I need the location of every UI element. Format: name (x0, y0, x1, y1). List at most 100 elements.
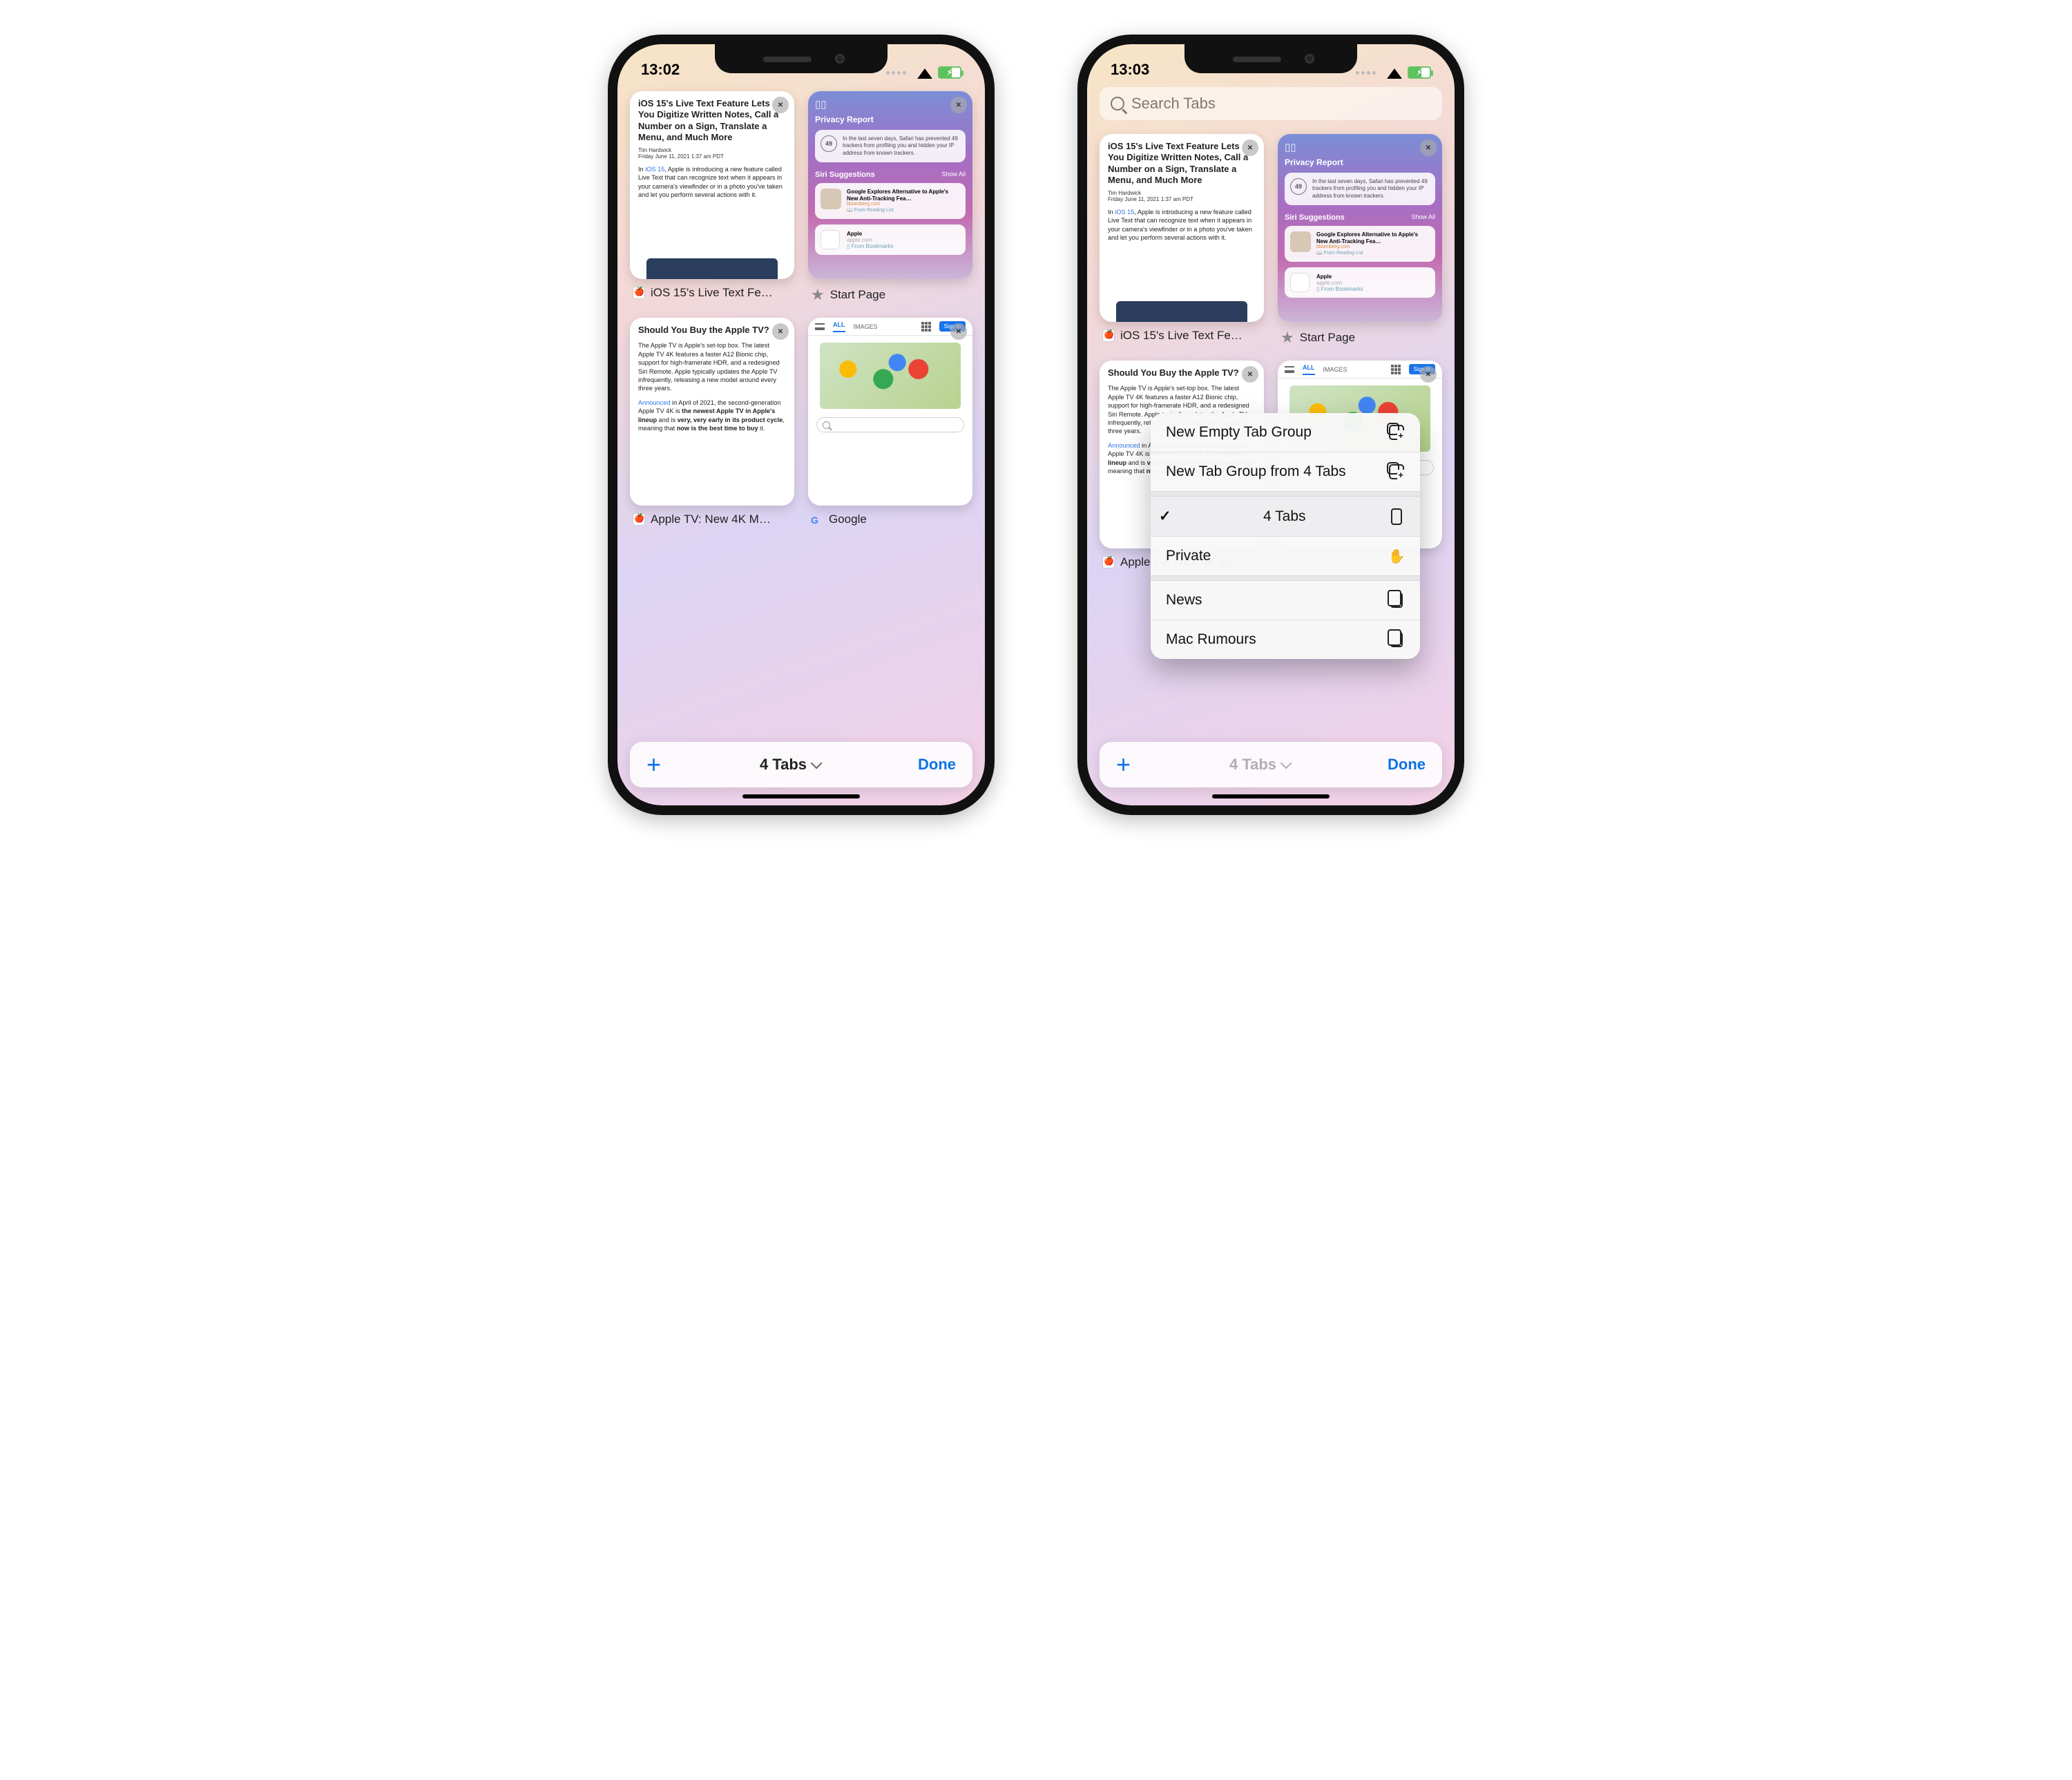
power-button (993, 217, 995, 293)
siri-suggestion-card: Google Explores Alternative to Apple's N… (1285, 226, 1435, 262)
suggestion-thumbnail (1290, 231, 1311, 252)
article-date: Friday June 11, 2021 1:37 am PDT (638, 153, 786, 160)
privacy-report-heading: Privacy Report (815, 115, 966, 124)
apps-grid-icon (921, 322, 931, 332)
close-icon[interactable]: ✕ (772, 97, 789, 113)
tabs-grid: ✕ iOS 15's Live Text Feature Lets You Di… (617, 82, 985, 536)
close-icon[interactable]: ✕ (1420, 366, 1437, 383)
show-all-link: Show All (1411, 213, 1435, 222)
cellular-indicator (886, 71, 906, 75)
tab-groups-selector[interactable]: 4 Tabs (760, 756, 819, 774)
article-body: In iOS 15, Apple is introducing a new fe… (638, 165, 786, 200)
siri-suggestions-heading: Siri Suggestions (1285, 213, 1345, 222)
tab-group-icon (1390, 593, 1403, 608)
favicon-macrumors (1102, 556, 1115, 568)
mute-switch (608, 162, 609, 189)
close-icon[interactable]: ✕ (772, 323, 789, 340)
tab-title: Start Page (830, 288, 885, 302)
tab-title: Start Page (1300, 331, 1355, 345)
clock: 13:02 (641, 61, 680, 79)
volume-up-button (1077, 210, 1079, 258)
tab-card-article1[interactable]: ✕ iOS 15's Live Text Feature Lets You Di… (630, 91, 794, 279)
google-tab-all: ALL (1303, 364, 1315, 375)
menu-new-empty-tab-group[interactable]: New Empty Tab Group (1151, 413, 1420, 452)
privacy-report-heading: Privacy Report (1285, 157, 1435, 167)
siri-suggestion-card: Google Explores Alternative to Apple's N… (815, 183, 966, 219)
home-indicator[interactable] (742, 794, 860, 798)
volume-down-button (1077, 272, 1079, 320)
battery-icon: ⚡︎ (938, 66, 961, 79)
tab-title: Google (829, 513, 867, 526)
bottom-toolbar: + 4 Tabs Done (630, 742, 972, 787)
close-icon[interactable]: ✕ (1242, 140, 1258, 156)
chevron-down-icon (811, 757, 823, 769)
volume-up-button (608, 210, 609, 258)
tab-title-row: Google (808, 513, 972, 526)
search-tabs-field[interactable]: Search Tabs (1100, 87, 1442, 120)
done-button[interactable]: Done (1388, 756, 1426, 774)
article-image-preview (1116, 301, 1247, 322)
tab-card-startpage[interactable]: ✕ ▯▯ Privacy Report 49 In the last seven… (808, 91, 972, 279)
new-tab-button[interactable]: + (646, 752, 661, 777)
close-icon[interactable]: ✕ (950, 323, 967, 340)
star-icon: ★ (811, 286, 825, 304)
article-image-preview (646, 258, 778, 279)
star-icon: ★ (1280, 329, 1294, 347)
book-icon: ▯▯ (815, 98, 966, 111)
tab-card-article2[interactable]: ✕ Should You Buy the Apple TV? The Apple… (630, 318, 794, 506)
favicon-google (811, 513, 823, 526)
tab-groups-menu: New Empty Tab Group New Tab Group from 4… (1151, 413, 1420, 659)
mute-switch (1077, 162, 1079, 189)
tab-card-startpage[interactable]: ✕ ▯▯ Privacy Report 49 In the last seven… (1278, 134, 1442, 322)
close-icon[interactable]: ✕ (1242, 366, 1258, 383)
suggestion-tag: 📖 From Reading List (1316, 251, 1430, 256)
apps-grid-icon (1391, 365, 1401, 374)
tab-card-google[interactable]: ✕ ALL IMAGES Sign in (808, 318, 972, 506)
tab-groups-selector[interactable]: 4 Tabs (1229, 756, 1289, 774)
apple-logo-icon (1290, 273, 1310, 292)
close-icon[interactable]: ✕ (950, 97, 967, 113)
phone-left: 13:02 ⚡︎ ✕ iOS 15's Live Text Feature Le… (608, 35, 995, 815)
article-headline: iOS 15's Live Text Feature Lets You Digi… (638, 98, 786, 143)
menu-group-macrumours[interactable]: Mac Rumours (1151, 620, 1420, 659)
article-body: In iOS 15, Apple is introducing a new fe… (1108, 208, 1256, 242)
power-button (1463, 217, 1464, 293)
phone-icon (1391, 508, 1402, 525)
chevron-down-icon (1280, 757, 1292, 769)
tab-title-row: ★ Start Page (808, 286, 972, 304)
menu-current-tabs[interactable]: 4 Tabs (1151, 497, 1420, 536)
tab-title-row: iOS 15's Live Text Fea… (630, 286, 794, 300)
google-doodle (820, 343, 961, 409)
tab-title: iOS 15's Live Text Fea… (651, 286, 775, 300)
article-headline: Should You Buy the Apple TV? (638, 325, 786, 336)
bookmark-domain: apple.com (1316, 280, 1363, 286)
menu-group-news[interactable]: News (1151, 581, 1420, 620)
bookmark-card: Apple apple.com ▯ From Bookmarks (1285, 267, 1435, 298)
suggestion-thumbnail (821, 189, 841, 209)
wifi-icon (917, 66, 932, 79)
new-tab-button[interactable]: + (1116, 752, 1131, 777)
done-button[interactable]: Done (918, 756, 956, 774)
privacy-report-panel: 49 In the last seven days, Safari has pr… (1285, 173, 1435, 205)
close-icon[interactable]: ✕ (1420, 140, 1437, 156)
new-tab-group-icon (1389, 425, 1404, 440)
menu-icon (815, 323, 825, 330)
google-topbar: ALL IMAGES Sign in (808, 318, 972, 336)
tab-title: iOS 15's Live Text Fea… (1120, 329, 1245, 343)
menu-new-tab-group-from-tabs[interactable]: New Tab Group from 4 Tabs (1151, 452, 1420, 491)
cellular-indicator (1356, 71, 1376, 75)
menu-private[interactable]: Private ✋ (1151, 537, 1420, 575)
shield-icon: 49 (821, 135, 837, 152)
volume-down-button (608, 272, 609, 320)
google-topbar: ALL IMAGES Sign in (1278, 361, 1442, 379)
search-placeholder: Search Tabs (1131, 95, 1216, 113)
apple-logo-icon (821, 230, 840, 249)
tab-card-article1[interactable]: ✕ iOS 15's Live Text Feature Lets You Di… (1100, 134, 1264, 322)
menu-icon (1285, 366, 1294, 373)
home-indicator[interactable] (1212, 794, 1330, 798)
google-tab-images: IMAGES (854, 323, 878, 330)
favicon-macrumors (1102, 329, 1115, 342)
privacy-report-text: In the last seven days, Safari has preve… (1312, 178, 1430, 200)
tab-title-row: ★ Start Page (1278, 329, 1442, 347)
google-tab-images: IMAGES (1323, 366, 1347, 373)
